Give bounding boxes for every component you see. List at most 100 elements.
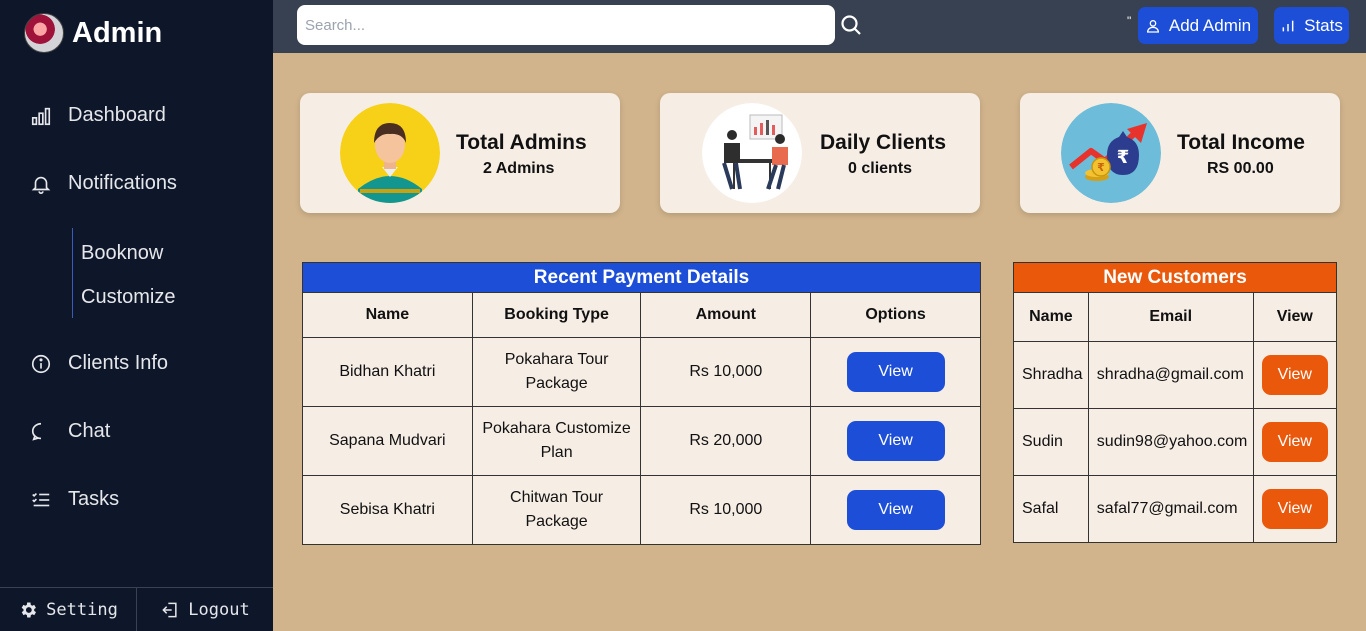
user-icon [1146,19,1159,33]
add-admin-button[interactable]: Add Admin [1138,7,1258,44]
column-header: Options [810,292,981,338]
payments-title: Recent Payment Details [302,262,981,293]
sidebar-item-notifications[interactable]: Notifications [30,172,177,195]
table-row: Shradha shradha@gmail.com View [1013,341,1338,409]
bar-chart-icon [31,107,51,125]
customer-view: View [1252,408,1338,476]
sidebar-item-dashboard[interactable]: Dashboard [30,104,166,127]
gear-icon [21,602,37,617]
customer-email: safal77@gmail.com [1087,475,1254,543]
sidebar-item-label: Chat [68,420,111,442]
tasks-icon [32,492,50,506]
card-value: 0 clients [848,160,913,177]
card-title: Total Admins [456,131,587,154]
payment-type: Pokahara Customize Plan [471,406,642,476]
view-button[interactable]: View [1261,355,1328,395]
customer-name: Safal [1013,475,1089,543]
brand-title: Admin [72,16,163,49]
svg-text:₹: ₹ [1117,147,1130,168]
admin-avatar [24,13,64,53]
payment-amount: Rs 10,000 [640,475,812,545]
table-row: Sebisa Khatri Chitwan Tour Package Rs 10,… [302,475,981,545]
table-row: Bidhan Khatri Pokahara Tour Package Rs 10… [302,337,981,407]
sidebar-item-chat[interactable]: Chat [30,420,110,443]
svg-text:₹: ₹ [1097,161,1105,174]
bar-chart-icon [1282,20,1294,31]
sidebar-footer: Setting Logout [0,587,273,631]
customer-view: View [1252,341,1338,409]
sidebar-item-tasks[interactable]: Tasks [30,488,119,511]
logout-label: Logout [188,599,250,620]
payment-name: Sebisa Khatri [302,475,473,545]
sidebar-item-clients-info[interactable]: Clients Info [30,352,168,375]
column-header: Email [1087,292,1254,342]
card-title: Daily Clients [820,131,947,154]
setting-button[interactable]: Setting [0,588,136,631]
customer-view: View [1252,475,1338,543]
column-header: Amount [640,292,812,338]
add-admin-label: Add Admin [1168,15,1252,35]
sidebar-item-label: Tasks [68,488,120,510]
table-row: Sapana Mudvari Pokahara Customize Plan Rs… [302,406,981,476]
stats-label: Stats [1304,15,1343,35]
view-button[interactable]: View [846,352,945,392]
column-header: Name [1013,292,1089,342]
search-input[interactable] [297,5,835,45]
table-row: Sudin sudin98@yahoo.com View [1013,408,1338,476]
payment-amount: Rs 10,000 [640,337,812,407]
meeting-illustration [702,103,802,203]
sidebar-item-label: Dashboard [68,104,166,126]
logout-icon [162,602,177,617]
view-button[interactable]: View [846,421,945,461]
type-line: Package [525,375,588,392]
payment-name: Bidhan Khatri [302,337,473,407]
payment-options: View [810,475,981,545]
submenu-item-booknow[interactable]: Booknow [81,228,175,272]
payment-type: Chitwan Tour Package [471,475,642,545]
payment-name: Sapana Mudvari [302,406,473,476]
admin-illustration [340,103,440,203]
customer-email: shradha@gmail.com [1087,341,1254,409]
type-line: Package [525,513,588,530]
payment-options: View [810,337,981,407]
notifications-submenu: Booknow Customize [72,228,175,318]
daily-clients-card: Daily Clients 0 clients [660,93,980,213]
payments-table: Recent Payment Details Name Booking Type… [302,262,981,545]
type-line: Chitwan Tour [510,489,604,506]
customers-table: New Customers Name Email View Shradha sh… [1013,262,1338,543]
topbar: " Add Admin Stats [273,0,1366,53]
card-value: RS 00.00 [1207,160,1274,177]
payment-amount: Rs 20,000 [640,406,812,476]
type-line: Plan [540,444,573,461]
card-title: Total Income [1177,131,1305,154]
customer-name: Sudin [1013,408,1089,476]
stats-button[interactable]: Stats [1274,7,1349,44]
customers-title: New Customers [1013,262,1337,293]
table-row: Safal safal77@gmail.com View [1013,475,1338,543]
quote-mark: " [1127,14,1132,28]
total-income-card: ₹ ₹ Total Income RS 00.00 [1020,93,1340,213]
sidebar-item-label: Notifications [68,172,177,194]
column-header: View [1252,292,1338,342]
sidebar: Admin Dashboard Notifications Booknow Cu… [0,0,273,631]
income-illustration: ₹ ₹ [1061,103,1161,203]
submenu-item-customize[interactable]: Customize [81,272,175,316]
chat-icon [31,422,42,441]
logout-button[interactable]: Logout [136,588,273,631]
info-icon [31,354,51,373]
column-header: Booking Type [471,292,642,338]
total-admins-card: Total Admins 2 Admins [300,93,620,213]
view-button[interactable]: View [1261,489,1328,529]
bell-icon [31,176,51,194]
column-header: Name [302,292,473,338]
view-button[interactable]: View [1261,422,1328,462]
search-icon[interactable] [839,13,863,37]
type-line: Pokahara Customize [482,420,631,437]
customer-email: sudin98@yahoo.com [1087,408,1254,476]
card-value: 2 Admins [483,160,555,177]
view-button[interactable]: View [846,490,945,530]
setting-label: Setting [46,599,118,620]
sidebar-item-label: Clients Info [68,352,169,374]
brand[interactable]: Admin [24,13,162,53]
payment-type: Pokahara Tour Package [471,337,642,407]
